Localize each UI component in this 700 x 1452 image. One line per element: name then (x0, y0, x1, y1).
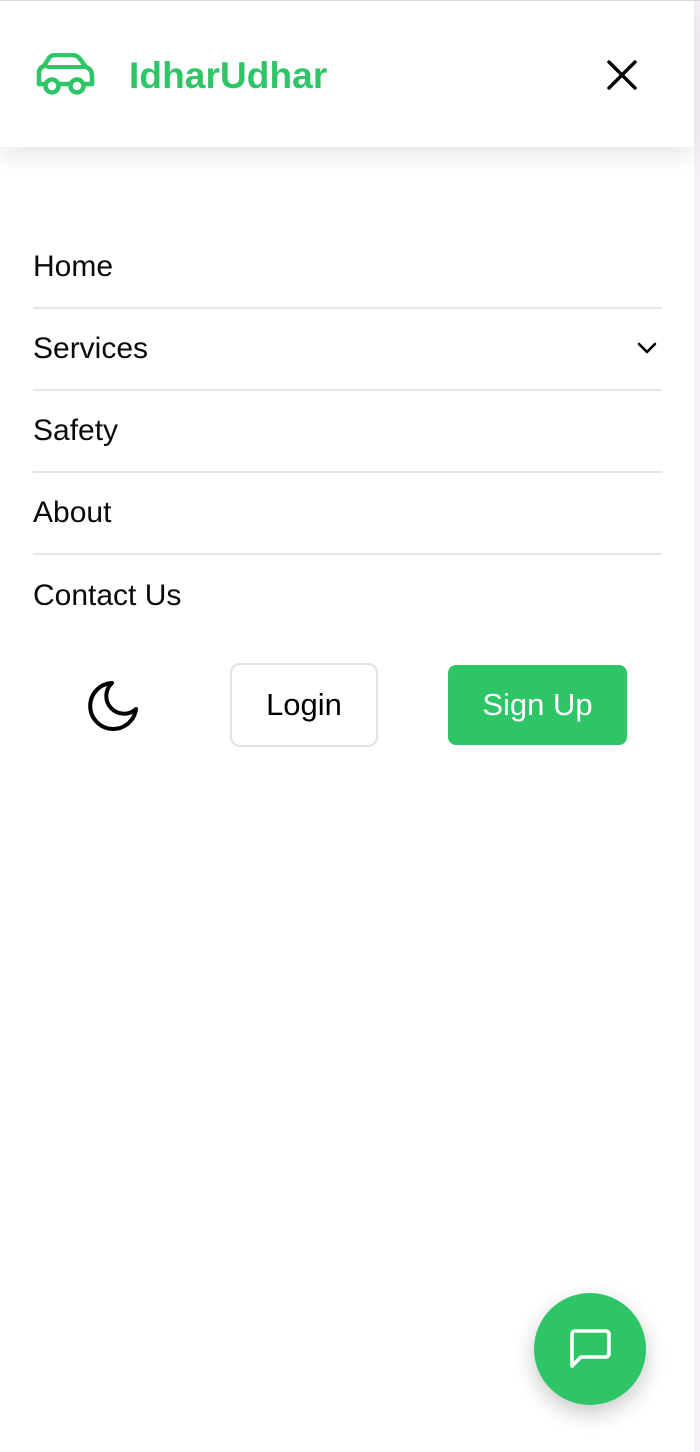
nav-item-label: About (33, 496, 112, 529)
theme-toggle-button[interactable] (84, 677, 142, 735)
close-icon (607, 60, 637, 90)
nav-item-label: Contact Us (33, 579, 182, 612)
chat-button[interactable] (534, 1293, 646, 1405)
signup-button[interactable]: Sign Up (448, 665, 627, 745)
moon-icon (88, 681, 138, 731)
mobile-menu-screen: IdharUdhar Home Services Safety About Co… (0, 0, 700, 1452)
top-header: IdharUdhar (0, 1, 694, 147)
nav-item-services[interactable]: Services (33, 309, 662, 391)
menu-actions: Login Sign Up (0, 663, 700, 747)
car-icon (36, 53, 95, 95)
nav-item-label: Services (33, 332, 149, 365)
nav-item-home[interactable]: Home (33, 227, 662, 309)
close-menu-button[interactable] (600, 53, 644, 97)
login-button[interactable]: Login (230, 663, 378, 747)
nav-item-safety[interactable]: Safety (33, 391, 662, 473)
mobile-nav: Home Services Safety About Contact Us (33, 227, 662, 637)
chevron-down-icon[interactable] (636, 340, 658, 356)
nav-item-label: Safety (33, 414, 119, 447)
brand-name: IdharUdhar (129, 55, 328, 96)
chat-bubble-icon (570, 1329, 611, 1368)
brand-logo-link[interactable]: IdharUdhar (33, 51, 327, 101)
nav-item-about[interactable]: About (33, 473, 662, 555)
nav-item-contact[interactable]: Contact Us (33, 555, 662, 637)
nav-item-label: Home (33, 250, 114, 283)
